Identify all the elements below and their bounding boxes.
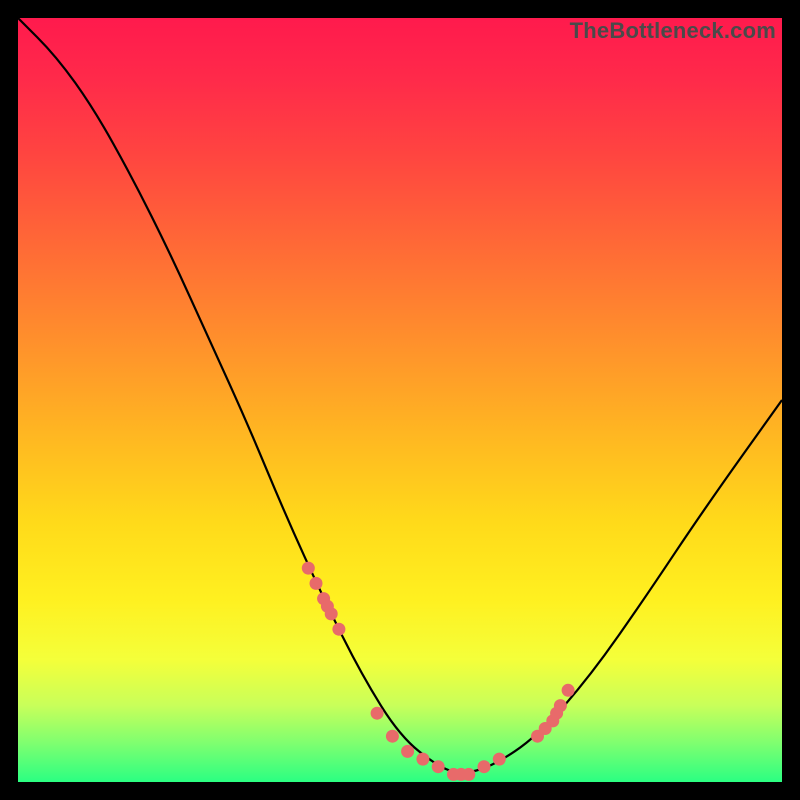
- data-point: [493, 753, 506, 766]
- data-point: [386, 730, 399, 743]
- chart-frame: TheBottleneck.com: [0, 0, 800, 800]
- data-point: [432, 760, 445, 773]
- data-point: [478, 760, 491, 773]
- data-point: [416, 753, 429, 766]
- data-point: [462, 768, 475, 781]
- plot-area: TheBottleneck.com: [18, 18, 782, 782]
- data-point: [332, 623, 345, 636]
- data-point: [401, 745, 414, 758]
- dot-cluster: [302, 562, 575, 781]
- data-point: [302, 562, 315, 575]
- data-point: [562, 684, 575, 697]
- curve-svg: [18, 18, 782, 782]
- data-point: [310, 577, 323, 590]
- data-point: [325, 607, 338, 620]
- data-point: [371, 707, 384, 720]
- bottleneck-curve: [18, 18, 782, 772]
- data-point: [554, 699, 567, 712]
